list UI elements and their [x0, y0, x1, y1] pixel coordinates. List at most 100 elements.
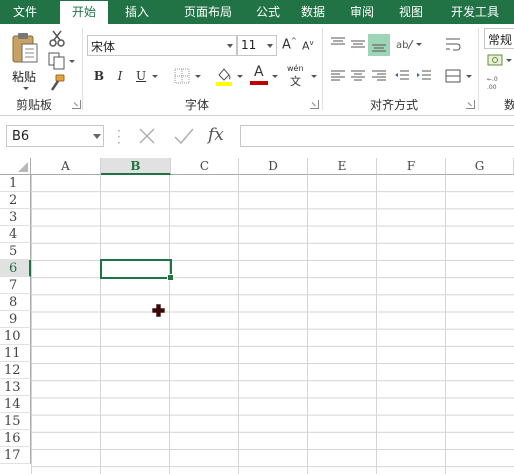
- chevron-down-icon: [93, 134, 101, 139]
- separator: [478, 28, 479, 110]
- row-header[interactable]: 14: [0, 396, 31, 413]
- merge-center-icon[interactable]: [445, 68, 461, 84]
- cut-icon[interactable]: [48, 30, 66, 48]
- column-header-d[interactable]: D: [239, 158, 308, 175]
- font-size-value: 11: [241, 38, 257, 52]
- spreadsheet-grid: A B C D E F G 1 2 3 4 5 6 7 8 9 10 11 12…: [0, 158, 514, 474]
- column-header-c[interactable]: C: [171, 158, 239, 175]
- decrease-indent-icon[interactable]: [394, 68, 410, 84]
- currency-dropdown-icon[interactable]: [506, 59, 512, 62]
- copy-icon[interactable]: [48, 52, 66, 70]
- select-all-button[interactable]: [0, 158, 31, 175]
- row-header[interactable]: 17: [0, 447, 31, 464]
- middle-align-icon[interactable]: [350, 36, 366, 52]
- row-header[interactable]: 15: [0, 413, 31, 430]
- cell-area[interactable]: [31, 175, 514, 474]
- phonetic-icon[interactable]: wén 文: [287, 64, 309, 88]
- increase-font-size-icon[interactable]: A^: [282, 37, 297, 52]
- increase-decimal-icon[interactable]: ←.0 .00: [487, 74, 505, 90]
- tab-review[interactable]: 审阅: [340, 0, 384, 24]
- column-header-g[interactable]: G: [446, 158, 514, 175]
- formula-input[interactable]: [240, 125, 514, 147]
- svg-text:ab: ab: [396, 40, 408, 51]
- row-header[interactable]: 12: [0, 362, 31, 379]
- column-header-e[interactable]: E: [308, 158, 377, 175]
- tab-home[interactable]: 开始: [60, 1, 108, 24]
- column-header-a[interactable]: A: [31, 158, 101, 175]
- separator: [322, 28, 323, 110]
- copy-dropdown-icon[interactable]: [69, 60, 75, 63]
- font-name-value: 宋体: [91, 40, 116, 54]
- row-header[interactable]: 1: [0, 175, 31, 192]
- column-header-b[interactable]: B: [101, 158, 171, 175]
- row-header[interactable]: 13: [0, 379, 31, 396]
- number-format-select[interactable]: 常规: [484, 28, 514, 49]
- italic-button[interactable]: I: [111, 67, 129, 85]
- align-left-icon[interactable]: [330, 68, 346, 84]
- fill-color-dropdown-icon[interactable]: [237, 75, 243, 78]
- svg-text:.00: .00: [487, 84, 497, 90]
- font-color-dropdown-icon[interactable]: [272, 75, 278, 78]
- row-header[interactable]: 7: [0, 277, 31, 294]
- tab-data[interactable]: 数据: [290, 0, 336, 24]
- tab-page-layout[interactable]: 页面布局: [168, 0, 248, 24]
- row-header-selected[interactable]: 6: [0, 260, 31, 277]
- clipboard-launcher-icon[interactable]: [72, 100, 81, 109]
- insert-function-icon[interactable]: fx: [208, 125, 224, 145]
- row-header[interactable]: 16: [0, 430, 31, 447]
- phonetic-dropdown-icon[interactable]: [311, 75, 317, 78]
- tab-file[interactable]: 文件: [0, 0, 50, 24]
- bottom-align-button[interactable]: [368, 34, 390, 56]
- row-header[interactable]: 2: [0, 192, 31, 209]
- format-painter-icon[interactable]: [48, 74, 66, 92]
- font-color-icon[interactable]: A: [250, 64, 268, 86]
- underline-button[interactable]: U: [132, 67, 150, 85]
- paste-dropdown-icon: [23, 87, 29, 90]
- increase-indent-icon[interactable]: [416, 68, 432, 84]
- row-header[interactable]: 11: [0, 345, 31, 362]
- svg-text:←.0: ←.0: [487, 76, 498, 83]
- enter-icon[interactable]: [173, 126, 195, 146]
- formula-bar: B6 · · · fx: [0, 116, 514, 158]
- alignment-launcher-icon[interactable]: [466, 100, 475, 109]
- row-header[interactable]: 9: [0, 311, 31, 328]
- name-box[interactable]: B6: [6, 125, 104, 147]
- font-name-select[interactable]: 宋体: [87, 35, 237, 56]
- orientation-dropdown-icon[interactable]: [416, 43, 422, 46]
- borders-dropdown-icon[interactable]: [195, 75, 201, 78]
- top-align-icon[interactable]: [330, 36, 346, 52]
- merge-dropdown-icon[interactable]: [466, 75, 472, 78]
- chevron-down-icon: [264, 36, 276, 55]
- align-right-icon[interactable]: [371, 68, 387, 84]
- clipboard-group-label: 剪贴板: [16, 98, 53, 112]
- paste-button[interactable]: 粘贴: [8, 30, 44, 90]
- currency-icon[interactable]: [487, 53, 503, 67]
- cancel-icon[interactable]: [137, 126, 157, 146]
- row-header[interactable]: 5: [0, 243, 31, 260]
- decrease-font-size-icon[interactable]: Av: [302, 39, 314, 53]
- more-dots-icon: · · ·: [117, 124, 121, 150]
- column-header-f[interactable]: F: [377, 158, 446, 175]
- wrap-text-icon[interactable]: [445, 36, 461, 52]
- name-box-value: B6: [12, 129, 30, 144]
- tab-view[interactable]: 视图: [388, 0, 434, 24]
- borders-icon[interactable]: [174, 68, 190, 84]
- tab-insert[interactable]: 插入: [114, 0, 160, 24]
- row-header[interactable]: 4: [0, 226, 31, 243]
- underline-dropdown-icon[interactable]: [152, 75, 158, 78]
- row-header[interactable]: 3: [0, 209, 31, 226]
- font-launcher-icon[interactable]: [310, 100, 319, 109]
- fill-color-icon[interactable]: [215, 66, 233, 86]
- align-center-icon[interactable]: [350, 68, 366, 84]
- row-header[interactable]: 8: [0, 294, 31, 311]
- tab-formulas[interactable]: 公式: [248, 0, 288, 24]
- paste-label: 粘贴: [12, 70, 37, 84]
- tab-developer[interactable]: 开发工具: [444, 0, 506, 24]
- cell-cursor-icon: [152, 304, 165, 317]
- font-size-select[interactable]: 11: [237, 35, 277, 56]
- row-header[interactable]: 10: [0, 328, 31, 345]
- font-group-label: 字体: [185, 98, 210, 112]
- active-cell-b6[interactable]: [100, 259, 174, 281]
- bold-button[interactable]: B: [90, 67, 108, 85]
- orientation-icon[interactable]: ab: [396, 36, 414, 52]
